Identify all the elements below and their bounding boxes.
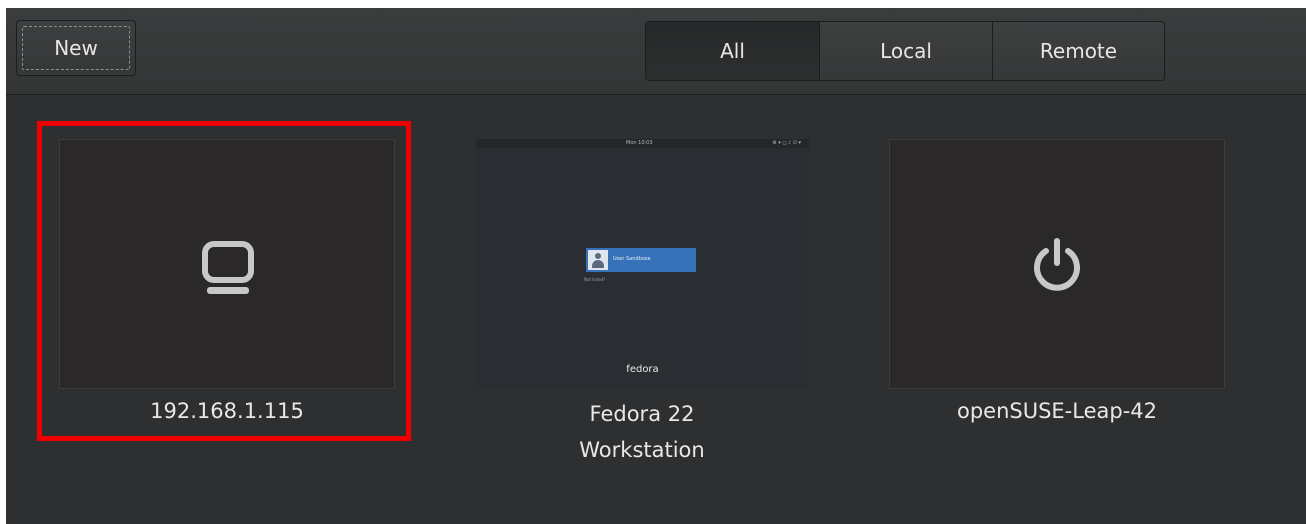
machine-label-line2: Workstation	[579, 438, 705, 462]
thumb-tray-icons: ⚙ ▾ ◻ ♪ ⏻ ▾	[772, 140, 801, 146]
machine-screenshot[interactable]: Mon 10:03 ⚙ ▾ ◻ ♪ ⏻ ▾ User Sandboxe Not …	[476, 139, 809, 389]
header-bar: New All Local Remote	[6, 8, 1306, 95]
boxes-window: New All Local Remote 192.168.1.115 Mon 1…	[6, 8, 1306, 524]
thumb-user-name: User Sandboxe	[613, 256, 651, 262]
thumb-clock: Mon 10:03	[626, 140, 653, 146]
filter-local-label: Local	[880, 39, 932, 63]
filter-remote-button[interactable]: Remote	[993, 22, 1164, 80]
new-button[interactable]: New	[16, 20, 136, 76]
user-avatar-icon	[588, 250, 608, 270]
focus-ring	[22, 26, 130, 70]
machine-label-line1: Fedora 22	[589, 402, 695, 426]
power-icon	[1034, 238, 1080, 291]
thumb-not-listed: Not listed?	[584, 277, 606, 282]
selection-highlight	[37, 121, 411, 441]
machine-label: openSUSE-Leap-42	[956, 399, 1158, 423]
filter-all-label: All	[720, 39, 745, 63]
filter-all-button[interactable]: All	[646, 22, 820, 80]
fedora-logo: fedora	[626, 364, 659, 375]
machine-thumbnail[interactable]	[889, 139, 1225, 389]
filter-local-button[interactable]: Local	[820, 22, 993, 80]
thumb-user-entry: User Sandboxe	[586, 248, 696, 272]
filter-switcher: All Local Remote	[645, 21, 1165, 81]
filter-remote-label: Remote	[1039, 39, 1118, 63]
